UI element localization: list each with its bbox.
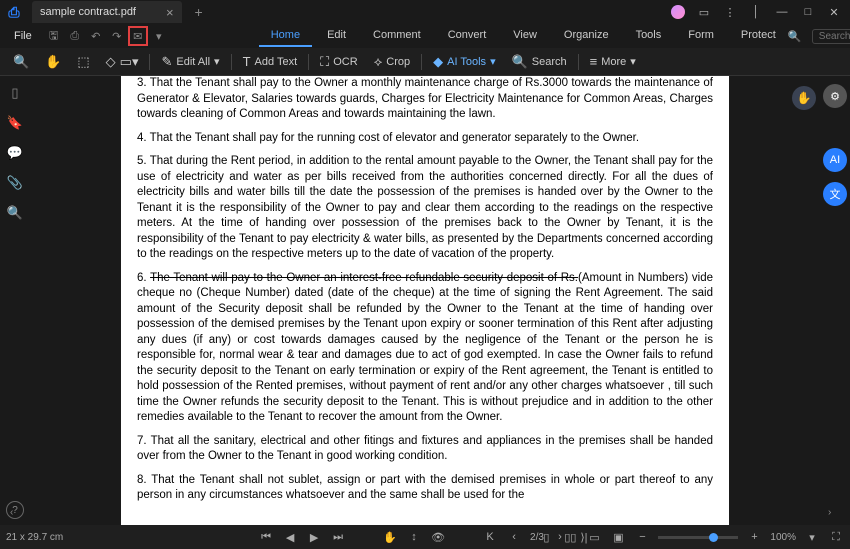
document-tab[interactable]: sample contract.pdf × xyxy=(32,1,182,23)
collapse-left-icon[interactable]: ‹ xyxy=(10,507,22,519)
divider: │ xyxy=(744,2,768,22)
file-menu[interactable]: File xyxy=(6,28,40,44)
more-button[interactable]: ≡More▾ xyxy=(585,52,641,71)
menu-edit[interactable]: Edit xyxy=(315,26,358,47)
right-sidebar: ⚙ AI 文 xyxy=(820,76,850,525)
menu-comment[interactable]: Comment xyxy=(361,26,433,47)
page-prev-icon[interactable]: ‹ xyxy=(506,529,522,545)
maximize-icon[interactable]: □ xyxy=(796,2,820,22)
menu-convert[interactable]: Convert xyxy=(436,26,499,47)
minimize-icon[interactable]: — xyxy=(770,2,794,22)
redo-icon[interactable]: ↷ xyxy=(107,26,127,46)
hand-icon[interactable]: ✋ xyxy=(382,529,398,545)
app-logo-icon: ⎙ xyxy=(0,0,28,24)
hand-tool-button[interactable]: ✋ xyxy=(40,52,66,72)
menu-bar: File 🖫 ⎙ ↶ ↷ ✉ ▾ Home Edit Comment Conve… xyxy=(0,24,850,48)
nav-prev-icon[interactable]: ◀ xyxy=(282,529,298,545)
undo-icon[interactable]: ↶ xyxy=(86,26,106,46)
more-icon[interactable]: ⋮ xyxy=(718,2,742,22)
toolbar: 🔍 ✋ ⬚ ◇▭▾ ✎Edit All▾ TAdd Text ⛶OCR ⟡Cro… xyxy=(0,48,850,76)
attachment-icon[interactable]: 📎 xyxy=(6,174,24,192)
document-viewport: 3. That the Tenant shall pay to the Owne… xyxy=(30,76,820,525)
ai-tools-button[interactable]: ◆AI Tools▾ xyxy=(428,52,500,72)
page-indicator: 2/3 xyxy=(530,532,544,543)
menu-protect[interactable]: Protect xyxy=(729,26,788,47)
read-icon[interactable]: 👁 xyxy=(430,529,446,545)
user-avatar[interactable] xyxy=(666,2,690,22)
zoom-out-icon[interactable]: − xyxy=(634,529,650,545)
zoom-slider[interactable] xyxy=(658,536,738,539)
zoom-value: 100% xyxy=(770,532,796,543)
tab-label: sample contract.pdf xyxy=(40,6,136,18)
paragraph-6: 6. The Tenant will pay to the Owner an i… xyxy=(137,271,713,426)
divider xyxy=(578,54,579,70)
menu-icon[interactable]: ▭ xyxy=(692,2,716,22)
ai-panel-icon[interactable]: AI xyxy=(823,148,847,172)
menu-view[interactable]: View xyxy=(501,26,549,47)
left-sidebar: ▯ 🔖 💬 📎 🔍 xyxy=(0,76,30,525)
page-dimensions: 21 x 29.7 cm xyxy=(6,532,63,543)
select-tool-button[interactable]: ⬚ xyxy=(72,52,94,72)
paragraph-8: 8. That the Tenant shall not sublet, ass… xyxy=(137,473,713,504)
menu-form[interactable]: Form xyxy=(676,26,726,47)
title-bar: ⎙ sample contract.pdf × + ▭ ⋮ │ — □ ✕ xyxy=(0,0,850,24)
new-tab-button[interactable]: + xyxy=(190,4,208,20)
paragraph-3: 3. That the Tenant shall pay to the Owne… xyxy=(137,76,713,123)
edit-all-button[interactable]: ✎Edit All▾ xyxy=(156,52,224,72)
page-last-icon[interactable]: ⟩| xyxy=(576,529,592,545)
menu-organize[interactable]: Organize xyxy=(552,26,621,47)
save-icon[interactable]: 🖫 xyxy=(44,26,64,46)
close-icon[interactable]: × xyxy=(166,5,174,20)
search-panel-icon[interactable]: 🔍 xyxy=(6,204,24,222)
nav-first-icon[interactable]: ⏮ xyxy=(258,529,274,545)
page-next-icon[interactable]: › xyxy=(552,529,568,545)
collapse-right-icon[interactable]: › xyxy=(828,507,840,519)
highlight-button[interactable]: ◇▭▾ xyxy=(101,52,144,72)
search-input[interactable] xyxy=(812,29,850,44)
page-first-icon[interactable]: K xyxy=(482,529,498,545)
hand-badge-icon[interactable]: ✋ xyxy=(792,86,816,110)
search-icon: 🔍 xyxy=(788,30,802,43)
crop-button[interactable]: ⟡Crop xyxy=(369,52,415,72)
paragraph-5: 5. That during the Rent period, in addit… xyxy=(137,154,713,263)
menu-tools[interactable]: Tools xyxy=(624,26,674,47)
zoom-in-icon[interactable]: + xyxy=(746,529,762,545)
translate-icon[interactable]: 文 xyxy=(823,182,847,206)
email-icon[interactable]: ✉ xyxy=(128,26,148,46)
print-icon[interactable]: ⎙ xyxy=(65,26,85,46)
comment-panel-icon[interactable]: 💬 xyxy=(6,144,24,162)
close-window-icon[interactable]: ✕ xyxy=(822,2,846,22)
paragraph-4: 4. That the Tenant shall pay for the run… xyxy=(137,131,713,147)
fit-width-icon[interactable]: ▣ xyxy=(610,529,626,545)
settings-icon[interactable]: ⚙ xyxy=(823,84,847,108)
nav-next-icon[interactable]: ▶ xyxy=(306,529,322,545)
zoom-dropdown-icon[interactable]: ▾ xyxy=(804,529,820,545)
fullscreen-icon[interactable]: ⛶ xyxy=(828,529,844,545)
ocr-button[interactable]: ⛶OCR xyxy=(315,52,363,72)
search-button[interactable]: 🔍Search xyxy=(507,52,572,72)
bookmark-icon[interactable]: 🔖 xyxy=(6,114,24,132)
struck-text: The Tenant will pay to the Owner an inte… xyxy=(150,272,578,284)
paragraph-7: 7. That all the sanitary, electrical and… xyxy=(137,434,713,465)
scroll-icon[interactable]: ↕ xyxy=(406,529,422,545)
divider xyxy=(308,54,309,70)
zoom-in-button[interactable]: 🔍 xyxy=(8,52,34,72)
status-bar: 21 x 29.7 cm ⏮ ◀ ▶ ⏭ ✋ ↕ 👁 K ‹ 2/3 › ⟩| … xyxy=(0,525,850,549)
thumbnail-icon[interactable]: ▯ xyxy=(6,84,24,102)
menu-home[interactable]: Home xyxy=(259,26,312,47)
add-text-button[interactable]: TAdd Text xyxy=(238,52,303,71)
divider xyxy=(231,54,232,70)
dropdown-icon[interactable]: ▾ xyxy=(149,26,169,46)
divider xyxy=(149,54,150,70)
nav-last-icon[interactable]: ⏭ xyxy=(330,529,346,545)
main-menu: Home Edit Comment Convert View Organize … xyxy=(259,26,788,47)
divider xyxy=(421,54,422,70)
page: 3. That the Tenant shall pay to the Owne… xyxy=(121,76,729,525)
